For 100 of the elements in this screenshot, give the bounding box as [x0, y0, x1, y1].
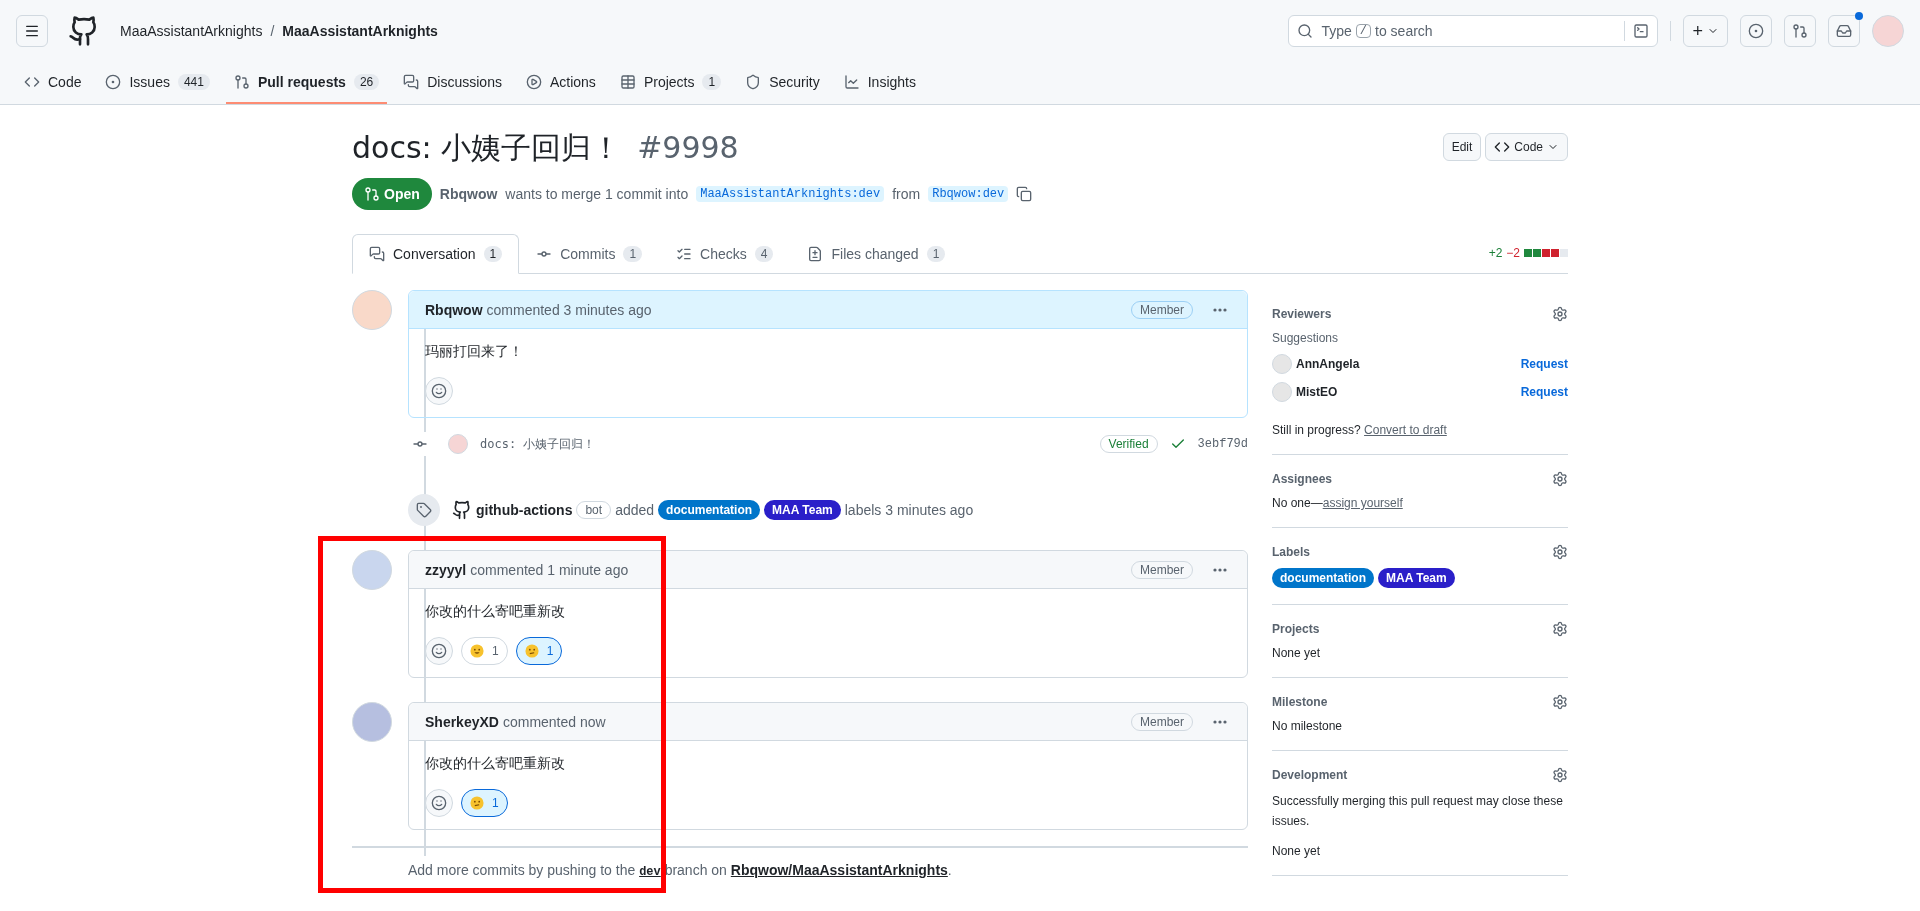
assign-yourself-link[interactable]: assign yourself: [1322, 496, 1403, 510]
add-reaction-button[interactable]: [425, 637, 453, 665]
pr-tab[interactable]: Conversation 1: [352, 234, 520, 274]
inbox-icon: [1836, 23, 1852, 39]
repo-link[interactable]: MaaAssistantArknights: [282, 21, 438, 41]
convert-to-draft-link[interactable]: Convert to draft: [1364, 423, 1447, 437]
count-badge: 1: [483, 246, 503, 262]
settings-icon[interactable]: [1552, 767, 1568, 783]
author-link[interactable]: Rbqwow: [425, 299, 483, 320]
settings-icon[interactable]: [1552, 471, 1568, 487]
request-link[interactable]: Request: [1520, 384, 1568, 400]
edit-button[interactable]: Edit: [1442, 133, 1482, 161]
sidebar-heading[interactable]: Development: [1272, 767, 1348, 783]
repo-tab[interactable]: Actions: [517, 62, 604, 104]
table-icon: [619, 74, 636, 90]
create-new-button[interactable]: +: [1683, 15, 1728, 47]
push-hint: Add more commits by pushing to the dev branch on Rbqwow/MaaAssistantArknights.: [408, 861, 953, 880]
smiley-icon: [431, 643, 447, 659]
assignees-text: No one—: [1272, 496, 1323, 510]
checklist-icon: [676, 246, 693, 262]
sidebar-heading[interactable]: Milestone: [1272, 694, 1328, 710]
issues-button[interactable]: [1740, 15, 1772, 47]
avatar: [352, 702, 392, 742]
sidebar-heading[interactable]: Reviewers: [1272, 306, 1332, 322]
search-placeholder: Type / to search: [1321, 22, 1433, 41]
repo-tab[interactable]: Projects 1: [611, 62, 730, 104]
pr-tab[interactable]: Files changed 1: [790, 234, 963, 274]
sidebar-heading[interactable]: Projects: [1272, 621, 1320, 637]
sidebar-heading[interactable]: Assignees: [1272, 471, 1333, 487]
count-badge: 1: [926, 246, 946, 262]
search-field[interactable]: Type / to search: [1288, 15, 1659, 47]
event-action: added: [615, 501, 655, 520]
confused-face-icon: [470, 796, 484, 810]
sidebar-text: Successfully merging this pull request may close these issues.: [1272, 793, 1564, 830]
label-tag[interactable]: MAA Team: [764, 500, 841, 520]
pr-tab[interactable]: Checks 4: [659, 234, 791, 274]
diffstat-bar-drawing: [1524, 249, 1568, 257]
avatar: [1272, 382, 1292, 402]
from-text: from: [892, 185, 921, 204]
settings-icon[interactable]: [1552, 306, 1568, 322]
comment-body: 玛丽打回来了！: [425, 342, 524, 361]
pr-tab[interactable]: Commits 1: [519, 234, 660, 274]
repo-tab[interactable]: Discussions: [395, 62, 510, 104]
menu-icon: [24, 23, 40, 39]
sidebar-text: No milestone: [1272, 718, 1344, 734]
speech-bubbles-icon: [403, 74, 420, 90]
repo-tab[interactable]: Insights: [835, 62, 924, 104]
deletions-count: −2: [1506, 245, 1520, 261]
search-icon: [1297, 23, 1314, 39]
repo-tab[interactable]: Code: [16, 62, 90, 104]
comment-time: commented now: [502, 712, 606, 732]
more-icon: [1213, 719, 1227, 724]
base-branch[interactable]: MaaAssistantArknights:dev: [696, 186, 885, 202]
label-tag[interactable]: documentation: [1272, 568, 1374, 588]
add-reaction-button[interactable]: [425, 789, 453, 817]
count-badge: 1: [702, 74, 722, 90]
label-tag[interactable]: MAA Team: [1378, 568, 1455, 588]
repo-tab[interactable]: Security: [737, 62, 828, 104]
command-palette-icon[interactable]: [1633, 23, 1650, 39]
owner-link[interactable]: MaaAssistantArknights: [120, 21, 263, 41]
settings-icon[interactable]: [1552, 694, 1568, 710]
inbox-button[interactable]: [1828, 15, 1860, 47]
comment-time: commented 1 minute ago: [470, 560, 629, 580]
pull-requests-button[interactable]: [1784, 15, 1816, 47]
actor-link[interactable]: github-actions: [476, 500, 573, 520]
file-diff-icon: [807, 246, 824, 262]
author-link[interactable]: SherkeyXD: [425, 711, 499, 732]
tag-icon: [416, 502, 432, 518]
label-tag[interactable]: documentation: [658, 500, 761, 520]
circle-dot-icon: [1748, 23, 1764, 39]
author-link[interactable]: zzyyyl: [425, 559, 467, 580]
head-branch[interactable]: Rbqwow:dev: [928, 186, 1009, 202]
reaction-button[interactable]: 1: [461, 789, 508, 817]
repo-tab[interactable]: Issues 441: [97, 62, 218, 104]
pull-request-icon: [1792, 23, 1808, 39]
add-reaction-button[interactable]: [425, 377, 453, 405]
play-icon: [525, 74, 542, 90]
additions-count: +2: [1488, 245, 1503, 261]
code-button[interactable]: Code: [1485, 133, 1568, 161]
author-link[interactable]: Rbqwow: [439, 184, 498, 204]
more-icon: [1213, 307, 1227, 312]
reaction-button[interactable]: 1: [515, 637, 563, 665]
request-link[interactable]: Request: [1520, 356, 1568, 372]
repo-tab[interactable]: Pull requests 26: [225, 62, 388, 104]
draft-prompt: Still in progress?: [1272, 423, 1361, 437]
commit-message[interactable]: docs: 小姨子回归！: [480, 436, 596, 452]
repo-link[interactable]: Rbqwow/MaaAssistantArknights: [730, 862, 948, 878]
path-separator: /: [270, 22, 275, 41]
sidebar-heading[interactable]: Labels: [1272, 544, 1310, 560]
pr-state-badge: Open: [352, 178, 432, 210]
menu-button[interactable]: [16, 15, 48, 47]
avatar: [352, 550, 392, 590]
avatar: [1272, 354, 1292, 374]
settings-icon[interactable]: [1552, 544, 1568, 560]
line-graph-icon: [843, 74, 860, 90]
commit-sha[interactable]: 3ebf79d: [1197, 436, 1248, 452]
avatar: [1872, 15, 1904, 47]
copy-icon[interactable]: [1016, 186, 1033, 202]
sidebar-text: None yet: [1272, 843, 1322, 859]
settings-icon[interactable]: [1552, 621, 1568, 637]
